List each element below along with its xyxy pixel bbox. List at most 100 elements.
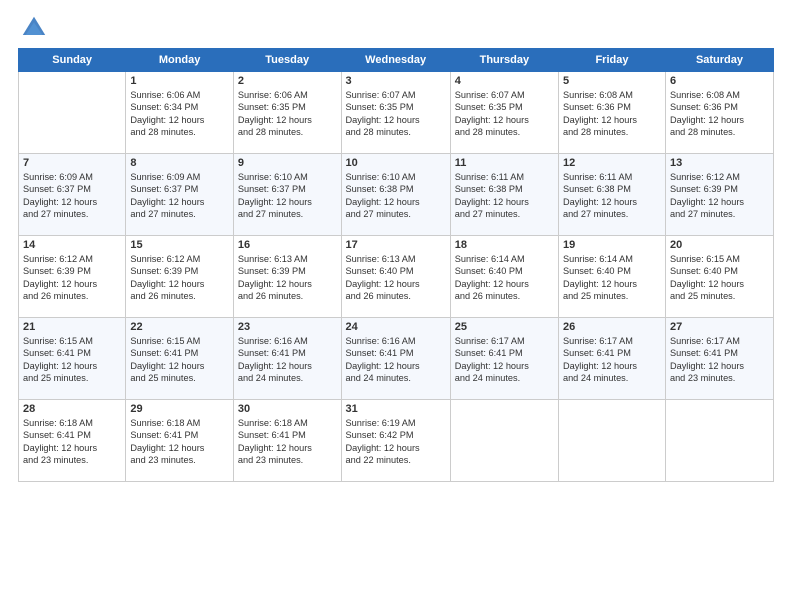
day-info: Sunrise: 6:16 AM Sunset: 6:41 PM Dayligh… bbox=[346, 335, 446, 385]
day-cell: 6 Sunrise: 6:08 AM Sunset: 6:36 PM Daylig… bbox=[665, 72, 773, 154]
header-cell-sunday: Sunday bbox=[19, 49, 126, 72]
day-cell: 8 Sunrise: 6:09 AM Sunset: 6:37 PM Daylig… bbox=[126, 154, 234, 236]
day-info: Sunrise: 6:18 AM Sunset: 6:41 PM Dayligh… bbox=[23, 417, 121, 467]
day-info: Sunrise: 6:10 AM Sunset: 6:38 PM Dayligh… bbox=[346, 171, 446, 221]
day-cell: 11 Sunrise: 6:11 AM Sunset: 6:38 PM Dayli… bbox=[450, 154, 558, 236]
day-number: 28 bbox=[23, 403, 121, 415]
day-cell: 18 Sunrise: 6:14 AM Sunset: 6:40 PM Dayli… bbox=[450, 236, 558, 318]
day-cell: 3Sunrise: 6:07 AM Sunset: 6:35 PM Daylig… bbox=[341, 72, 450, 154]
header-cell-thursday: Thursday bbox=[450, 49, 558, 72]
day-info: Sunrise: 6:15 AM Sunset: 6:41 PM Dayligh… bbox=[23, 335, 121, 385]
day-info: Sunrise: 6:13 AM Sunset: 6:39 PM Dayligh… bbox=[238, 253, 337, 303]
day-info: Sunrise: 6:09 AM Sunset: 6:37 PM Dayligh… bbox=[130, 171, 229, 221]
day-number: 30 bbox=[238, 403, 337, 415]
day-number: 24 bbox=[346, 321, 446, 333]
day-info: Sunrise: 6:17 AM Sunset: 6:41 PM Dayligh… bbox=[563, 335, 661, 385]
day-cell: 25Sunrise: 6:17 AM Sunset: 6:41 PM Dayli… bbox=[450, 318, 558, 400]
day-number: 1 bbox=[130, 75, 229, 87]
day-cell: 15 Sunrise: 6:12 AM Sunset: 6:39 PM Dayli… bbox=[126, 236, 234, 318]
day-number: 23 bbox=[238, 321, 337, 333]
day-cell bbox=[665, 400, 773, 482]
day-cell: 7 Sunrise: 6:09 AM Sunset: 6:37 PM Daylig… bbox=[19, 154, 126, 236]
day-number: 13 bbox=[670, 157, 769, 169]
day-cell: 23 Sunrise: 6:16 AM Sunset: 6:41 PM Dayli… bbox=[233, 318, 341, 400]
day-cell: 16 Sunrise: 6:13 AM Sunset: 6:39 PM Dayli… bbox=[233, 236, 341, 318]
header-cell-wednesday: Wednesday bbox=[341, 49, 450, 72]
day-number: 9 bbox=[238, 157, 337, 169]
header-cell-monday: Monday bbox=[126, 49, 234, 72]
day-number: 18 bbox=[455, 239, 554, 251]
day-info: Sunrise: 6:15 AM Sunset: 6:40 PM Dayligh… bbox=[670, 253, 769, 303]
day-number: 5 bbox=[563, 75, 661, 87]
day-cell: 22 Sunrise: 6:15 AM Sunset: 6:41 PM Dayli… bbox=[126, 318, 234, 400]
day-cell: 19 Sunrise: 6:14 AM Sunset: 6:40 PM Dayli… bbox=[558, 236, 665, 318]
day-info: Sunrise: 6:18 AM Sunset: 6:41 PM Dayligh… bbox=[130, 417, 229, 467]
day-number: 7 bbox=[23, 157, 121, 169]
day-info: Sunrise: 6:07 AM Sunset: 6:35 PM Dayligh… bbox=[346, 89, 446, 139]
day-cell: 29 Sunrise: 6:18 AM Sunset: 6:41 PM Dayli… bbox=[126, 400, 234, 482]
logo bbox=[18, 14, 48, 42]
day-info: Sunrise: 6:12 AM Sunset: 6:39 PM Dayligh… bbox=[130, 253, 229, 303]
day-info: Sunrise: 6:11 AM Sunset: 6:38 PM Dayligh… bbox=[455, 171, 554, 221]
header-cell-saturday: Saturday bbox=[665, 49, 773, 72]
day-info: Sunrise: 6:11 AM Sunset: 6:38 PM Dayligh… bbox=[563, 171, 661, 221]
day-info: Sunrise: 6:17 AM Sunset: 6:41 PM Dayligh… bbox=[670, 335, 769, 385]
day-cell: 1 Sunrise: 6:06 AM Sunset: 6:34 PM Daylig… bbox=[126, 72, 234, 154]
day-cell bbox=[450, 400, 558, 482]
logo-icon bbox=[20, 14, 48, 42]
week-row-1: 1 Sunrise: 6:06 AM Sunset: 6:34 PM Daylig… bbox=[19, 72, 774, 154]
day-number: 29 bbox=[130, 403, 229, 415]
day-number: 4 bbox=[455, 75, 554, 87]
week-row-3: 14 Sunrise: 6:12 AM Sunset: 6:39 PM Dayli… bbox=[19, 236, 774, 318]
day-number: 22 bbox=[130, 321, 229, 333]
header-cell-friday: Friday bbox=[558, 49, 665, 72]
day-info: Sunrise: 6:08 AM Sunset: 6:36 PM Dayligh… bbox=[670, 89, 769, 139]
day-number: 19 bbox=[563, 239, 661, 251]
day-info: Sunrise: 6:08 AM Sunset: 6:36 PM Dayligh… bbox=[563, 89, 661, 139]
day-info: Sunrise: 6:14 AM Sunset: 6:40 PM Dayligh… bbox=[455, 253, 554, 303]
day-number: 8 bbox=[130, 157, 229, 169]
day-number: 14 bbox=[23, 239, 121, 251]
day-info: Sunrise: 6:07 AM Sunset: 6:35 PM Dayligh… bbox=[455, 89, 554, 139]
day-info: Sunrise: 6:19 AM Sunset: 6:42 PM Dayligh… bbox=[346, 417, 446, 467]
calendar-body: 1 Sunrise: 6:06 AM Sunset: 6:34 PM Daylig… bbox=[19, 72, 774, 482]
header bbox=[18, 10, 774, 42]
day-number: 31 bbox=[346, 403, 446, 415]
day-number: 10 bbox=[346, 157, 446, 169]
day-cell bbox=[558, 400, 665, 482]
day-number: 2 bbox=[238, 75, 337, 87]
day-cell: 9 Sunrise: 6:10 AM Sunset: 6:37 PM Daylig… bbox=[233, 154, 341, 236]
day-number: 25 bbox=[455, 321, 554, 333]
day-cell: 17Sunrise: 6:13 AM Sunset: 6:40 PM Dayli… bbox=[341, 236, 450, 318]
day-cell: 27 Sunrise: 6:17 AM Sunset: 6:41 PM Dayli… bbox=[665, 318, 773, 400]
day-info: Sunrise: 6:14 AM Sunset: 6:40 PM Dayligh… bbox=[563, 253, 661, 303]
day-info: Sunrise: 6:09 AM Sunset: 6:37 PM Dayligh… bbox=[23, 171, 121, 221]
day-number: 15 bbox=[130, 239, 229, 251]
day-info: Sunrise: 6:06 AM Sunset: 6:34 PM Dayligh… bbox=[130, 89, 229, 139]
week-row-2: 7 Sunrise: 6:09 AM Sunset: 6:37 PM Daylig… bbox=[19, 154, 774, 236]
day-info: Sunrise: 6:13 AM Sunset: 6:40 PM Dayligh… bbox=[346, 253, 446, 303]
day-info: Sunrise: 6:12 AM Sunset: 6:39 PM Dayligh… bbox=[670, 171, 769, 221]
page: SundayMondayTuesdayWednesdayThursdayFrid… bbox=[0, 0, 792, 492]
day-cell: 31 Sunrise: 6:19 AM Sunset: 6:42 PM Dayli… bbox=[341, 400, 450, 482]
week-row-5: 28 Sunrise: 6:18 AM Sunset: 6:41 PM Dayli… bbox=[19, 400, 774, 482]
day-number: 12 bbox=[563, 157, 661, 169]
day-cell: 30Sunrise: 6:18 AM Sunset: 6:41 PM Dayli… bbox=[233, 400, 341, 482]
day-number: 11 bbox=[455, 157, 554, 169]
day-cell: 5 Sunrise: 6:08 AM Sunset: 6:36 PM Daylig… bbox=[558, 72, 665, 154]
day-cell: 21 Sunrise: 6:15 AM Sunset: 6:41 PM Dayli… bbox=[19, 318, 126, 400]
day-cell: 24 Sunrise: 6:16 AM Sunset: 6:41 PM Dayli… bbox=[341, 318, 450, 400]
day-info: Sunrise: 6:12 AM Sunset: 6:39 PM Dayligh… bbox=[23, 253, 121, 303]
day-info: Sunrise: 6:15 AM Sunset: 6:41 PM Dayligh… bbox=[130, 335, 229, 385]
day-cell: 12 Sunrise: 6:11 AM Sunset: 6:38 PM Dayli… bbox=[558, 154, 665, 236]
day-number: 26 bbox=[563, 321, 661, 333]
day-number: 21 bbox=[23, 321, 121, 333]
day-number: 27 bbox=[670, 321, 769, 333]
day-cell: 4 Sunrise: 6:07 AM Sunset: 6:35 PM Daylig… bbox=[450, 72, 558, 154]
day-number: 16 bbox=[238, 239, 337, 251]
week-row-4: 21 Sunrise: 6:15 AM Sunset: 6:41 PM Dayli… bbox=[19, 318, 774, 400]
day-info: Sunrise: 6:16 AM Sunset: 6:41 PM Dayligh… bbox=[238, 335, 337, 385]
day-info: Sunrise: 6:10 AM Sunset: 6:37 PM Dayligh… bbox=[238, 171, 337, 221]
day-cell: 26 Sunrise: 6:17 AM Sunset: 6:41 PM Dayli… bbox=[558, 318, 665, 400]
day-number: 6 bbox=[670, 75, 769, 87]
